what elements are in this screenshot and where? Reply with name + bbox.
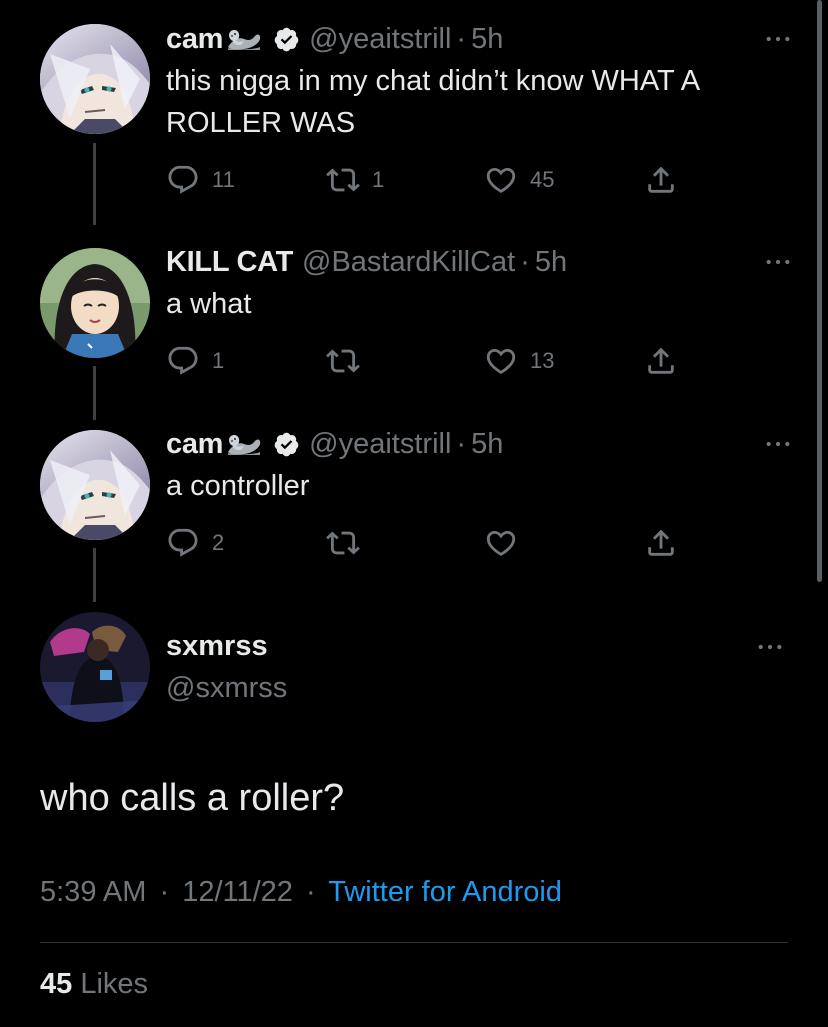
scrollbar[interactable]	[817, 0, 822, 582]
divider	[40, 942, 788, 943]
separator: ·	[159, 876, 170, 908]
tweet-header: KILL CAT @BastardKillCat · 5h	[166, 243, 796, 281]
retweet-button[interactable]	[326, 344, 372, 378]
share-icon	[644, 344, 678, 378]
reply-count: 11	[212, 167, 235, 192]
likes-label: Likes	[80, 968, 149, 1000]
reply-icon	[166, 163, 200, 197]
retweet-icon	[326, 526, 360, 560]
reply-button[interactable]: 2	[166, 526, 224, 560]
user-handle[interactable]: @yeaitstrill	[309, 23, 451, 56]
thread-connector	[93, 548, 96, 602]
likes-count: 45	[40, 968, 73, 1000]
heart-icon	[484, 163, 518, 197]
display-name[interactable]: sxmrss	[166, 630, 268, 663]
avatar[interactable]	[40, 430, 150, 540]
heart-icon	[484, 344, 518, 378]
display-name[interactable]: cam	[166, 23, 223, 56]
thread-connector	[93, 143, 96, 225]
reply-button[interactable]: 1	[166, 344, 224, 378]
heart-icon	[484, 526, 518, 560]
timestamp[interactable]: 5h	[535, 246, 567, 279]
more-options-icon[interactable]	[760, 429, 796, 459]
separator: ·	[520, 245, 530, 278]
tweet[interactable]: cam @yeaitstrill · 5h a controller 2	[166, 425, 796, 507]
avatar[interactable]	[40, 248, 150, 358]
separator: ·	[306, 876, 316, 908]
timestamp[interactable]: 5h	[471, 23, 503, 56]
user-handle[interactable]: @yeaitstrill	[309, 428, 451, 461]
display-name[interactable]: cam	[166, 428, 223, 461]
avatar[interactable]	[40, 24, 150, 134]
share-button[interactable]	[644, 344, 678, 378]
share-icon	[644, 526, 678, 560]
separator: ·	[456, 427, 467, 460]
tweet-text: this nigga in my chat didn’t know WHAT A…	[166, 65, 699, 139]
tweet-actions: 2	[166, 526, 686, 560]
more-options-icon[interactable]	[760, 24, 796, 54]
thread-connector	[93, 366, 96, 420]
user-handle[interactable]: @BastardKillCat	[302, 246, 515, 279]
timestamp[interactable]: 5:39 AM	[40, 876, 146, 908]
like-button[interactable]: 13	[484, 344, 554, 378]
like-count: 13	[530, 348, 555, 373]
verified-badge-icon	[273, 431, 300, 458]
retweet-button[interactable]	[326, 526, 372, 560]
more-options-icon[interactable]	[760, 247, 796, 277]
source-link[interactable]: Twitter for Android	[328, 876, 562, 908]
display-name[interactable]: KILL CAT	[166, 246, 293, 279]
like-button[interactable]: 45	[484, 163, 554, 197]
tweet-text: who calls a roller?	[40, 777, 345, 819]
separator: ·	[456, 22, 467, 55]
tweet[interactable]: KILL CAT @BastardKillCat · 5h a what 1 1…	[166, 243, 796, 325]
tweet-text: a what	[166, 288, 252, 320]
tweet-actions: 11 1 45	[166, 163, 686, 197]
like-count: 45	[530, 167, 555, 192]
tweet-header: cam @yeaitstrill · 5h	[166, 425, 796, 463]
timestamp[interactable]: 5h	[471, 428, 503, 461]
tweet-metadata: 5:39 AM · 12/11/22 · Twitter for Android	[40, 876, 562, 909]
retweet-icon	[326, 163, 360, 197]
retweet-count: 1	[372, 167, 385, 192]
likes-stat[interactable]: 45 Likes	[40, 968, 148, 1001]
tweet-header: cam @yeaitstrill · 5h	[166, 20, 796, 58]
share-icon	[644, 163, 678, 197]
seal-emoji	[225, 431, 263, 457]
like-button[interactable]	[484, 526, 530, 560]
date[interactable]: 12/11/22	[182, 876, 293, 908]
verified-badge-icon	[273, 26, 300, 53]
reply-icon	[166, 344, 200, 378]
tweet[interactable]: cam @yeaitstrill · 5h this nigga in my c…	[166, 20, 796, 144]
reply-count: 1	[212, 348, 225, 373]
retweet-icon	[326, 344, 360, 378]
reply-count: 2	[212, 530, 225, 555]
user-handle[interactable]: @sxmrss	[166, 672, 287, 705]
reply-button[interactable]: 11	[166, 163, 235, 197]
share-button[interactable]	[644, 163, 678, 197]
seal-emoji	[225, 26, 263, 52]
tweet-actions: 1 13	[166, 344, 686, 378]
more-options-icon[interactable]	[752, 632, 788, 662]
reply-icon	[166, 526, 200, 560]
tweet-text: a controller	[166, 470, 310, 502]
retweet-button[interactable]: 1	[326, 163, 384, 197]
share-button[interactable]	[644, 526, 678, 560]
avatar[interactable]	[40, 612, 150, 722]
